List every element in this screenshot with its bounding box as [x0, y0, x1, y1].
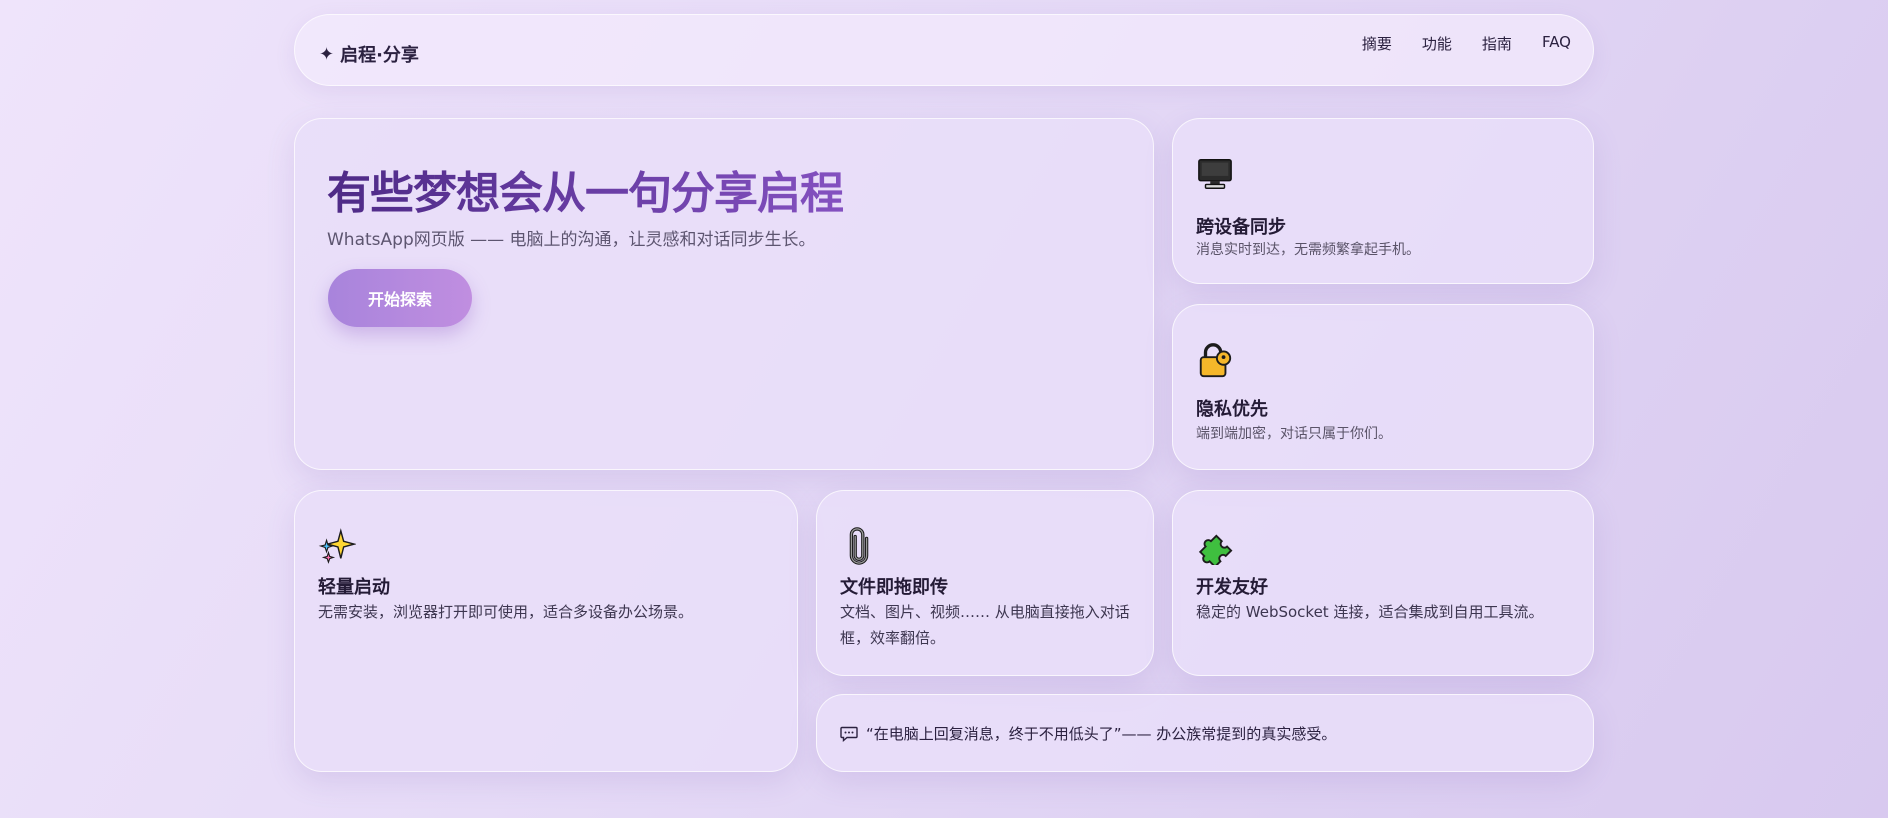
sparkle-icon: ✦: [319, 43, 335, 65]
hero-title: 有些梦想会从一句分享启程: [327, 157, 844, 221]
feature-title: 轻量启动: [318, 577, 390, 598]
feature-desc: 端到端加密，对话只属于你们。: [1196, 426, 1392, 442]
feature-desc: 无需安装，浏览器打开即可使用，适合多设备办公场景。: [318, 603, 694, 621]
feature-card-privacy: 隐私优先 端到端加密，对话只属于你们。: [1172, 304, 1594, 470]
brand-name: 启程·分享: [340, 45, 419, 66]
feature-desc: 消息实时到达，无需频繁拿起手机。: [1196, 242, 1420, 258]
puzzle-icon: [1198, 534, 1233, 565]
hero-subtitle: WhatsApp网页版 —— 电脑上的沟通，让灵感和对话同步生长。: [327, 230, 816, 250]
lock-icon: [1199, 343, 1232, 378]
feature-title: 跨设备同步: [1196, 217, 1286, 238]
feature-card-developer: 开发友好 稳定的 WebSocket 连接，适合集成到自用工具流。: [1172, 490, 1594, 676]
testimonial-text: “在电脑上回复消息，终于不用低头了”—— 办公族常提到的真实感受。: [866, 725, 1337, 743]
testimonial: “在电脑上回复消息，终于不用低头了”—— 办公族常提到的真实感受。: [840, 723, 1336, 744]
nav-link-guide[interactable]: 指南: [1482, 33, 1512, 54]
feature-card-sync: 跨设备同步 消息实时到达，无需频繁拿起手机。: [1172, 118, 1594, 284]
feature-card-lightweight: 轻量启动 无需安装，浏览器打开即可使用，适合多设备办公场景。: [294, 490, 798, 772]
nav-link-summary[interactable]: 摘要: [1362, 33, 1392, 54]
sparkles-icon: [318, 528, 356, 564]
hero-card: 有些梦想会从一句分享启程 WhatsApp网页版 —— 电脑上的沟通，让灵感和对…: [294, 118, 1154, 470]
monitor-icon: [1198, 159, 1232, 189]
brand-logo[interactable]: ✦ 启程·分享: [319, 41, 419, 67]
feature-desc: 稳定的 WebSocket 连接，适合集成到自用工具流。: [1196, 603, 1544, 621]
top-navbar: ✦ 启程·分享 摘要 功能 指南 FAQ: [294, 14, 1594, 86]
paperclip-icon: [849, 527, 869, 565]
speech-bubble-icon: [840, 726, 858, 742]
feature-title: 隐私优先: [1196, 399, 1268, 420]
nav-link-features[interactable]: 功能: [1422, 33, 1452, 54]
feature-desc: 文档、图片、视频…… 从电脑直接拖入对话框，效率翻倍。: [840, 603, 1130, 647]
start-explore-button[interactable]: 开始探索: [328, 269, 472, 327]
nav-links: 摘要 功能 指南 FAQ: [1362, 33, 1571, 54]
feature-card-drag-upload: 文件即拖即传 文档、图片、视频…… 从电脑直接拖入对话框，效率翻倍。: [816, 490, 1154, 676]
feature-title: 开发友好: [1196, 577, 1268, 598]
testimonial-card: “在电脑上回复消息，终于不用低头了”—— 办公族常提到的真实感受。: [816, 694, 1594, 772]
feature-title: 文件即拖即传: [840, 577, 948, 598]
nav-link-faq[interactable]: FAQ: [1542, 33, 1571, 54]
